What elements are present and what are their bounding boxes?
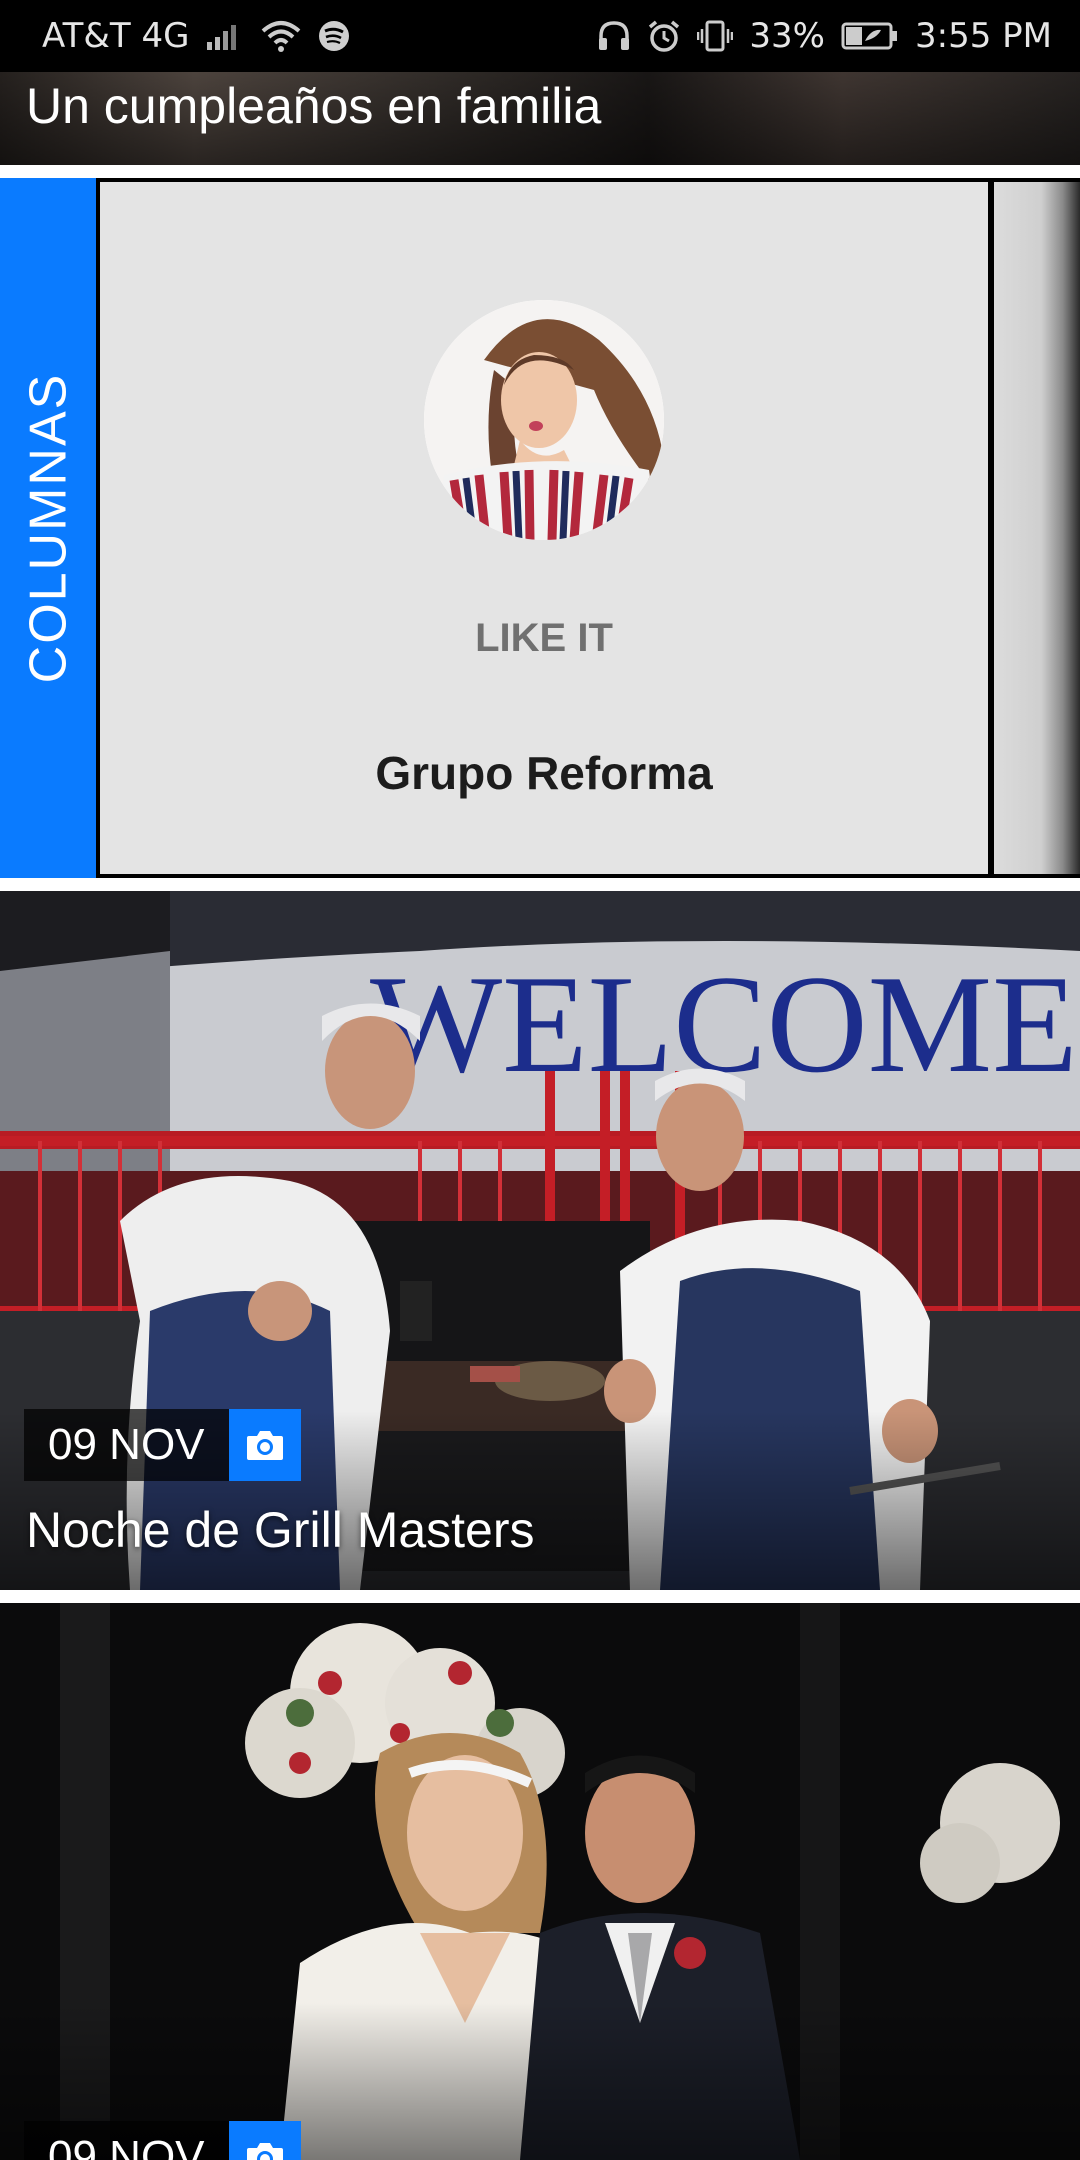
gallery-photo: WELCOME (0, 891, 1080, 1590)
gallery-card-wedding[interactable]: 09 NOV (0, 1603, 1080, 2160)
card-title: Un cumpleaños en familia (26, 78, 602, 134)
date-label: 09 NOV (24, 2121, 229, 2160)
headphones-icon (597, 20, 631, 52)
battery-icon (841, 21, 899, 51)
gallery-title: Noche de Grill Masters (26, 1502, 535, 1558)
gallery-card-grill-masters[interactable]: WELCOME 09 NOV Noche de Grill Masters (0, 891, 1080, 1590)
divider (0, 165, 1080, 178)
camera-icon (228, 1409, 301, 1481)
spotify-icon (317, 19, 351, 53)
columnas-tab[interactable]: COLUMNAS (0, 178, 96, 878)
column-card[interactable]: LIKE IT Grupo Reforma (100, 182, 988, 874)
columnas-section: COLUMNAS LIKE IT Grupo Reforma (0, 178, 1080, 878)
date-label: 09 NOV (24, 1409, 229, 1481)
gallery-photo (0, 1603, 1080, 2160)
article-card-birthday[interactable]: Un cumpleaños en familia (0, 72, 1080, 165)
next-column-card[interactable] (994, 182, 1080, 874)
column-name: LIKE IT (475, 616, 613, 660)
date-badge: 09 NOV (24, 1409, 301, 1481)
column-author: Grupo Reforma (375, 747, 713, 799)
battery-percent: 33% (749, 16, 825, 56)
carrier-label: AT&T 4G (42, 16, 190, 56)
column-avatar (424, 300, 664, 540)
divider (0, 1590, 1080, 1603)
date-badge: 09 NOV (24, 2121, 301, 2160)
clock: 3:55 PM (915, 16, 1052, 56)
camera-icon (228, 2121, 301, 2160)
divider (0, 878, 1080, 891)
wifi-icon (261, 19, 301, 53)
status-bar: AT&T 4G 33% 3:55 PM (0, 0, 1080, 72)
alarm-icon (647, 19, 681, 53)
vibrate-icon (697, 19, 734, 53)
columnas-label: COLUMNAS (19, 372, 77, 684)
signal-icon (205, 20, 245, 52)
